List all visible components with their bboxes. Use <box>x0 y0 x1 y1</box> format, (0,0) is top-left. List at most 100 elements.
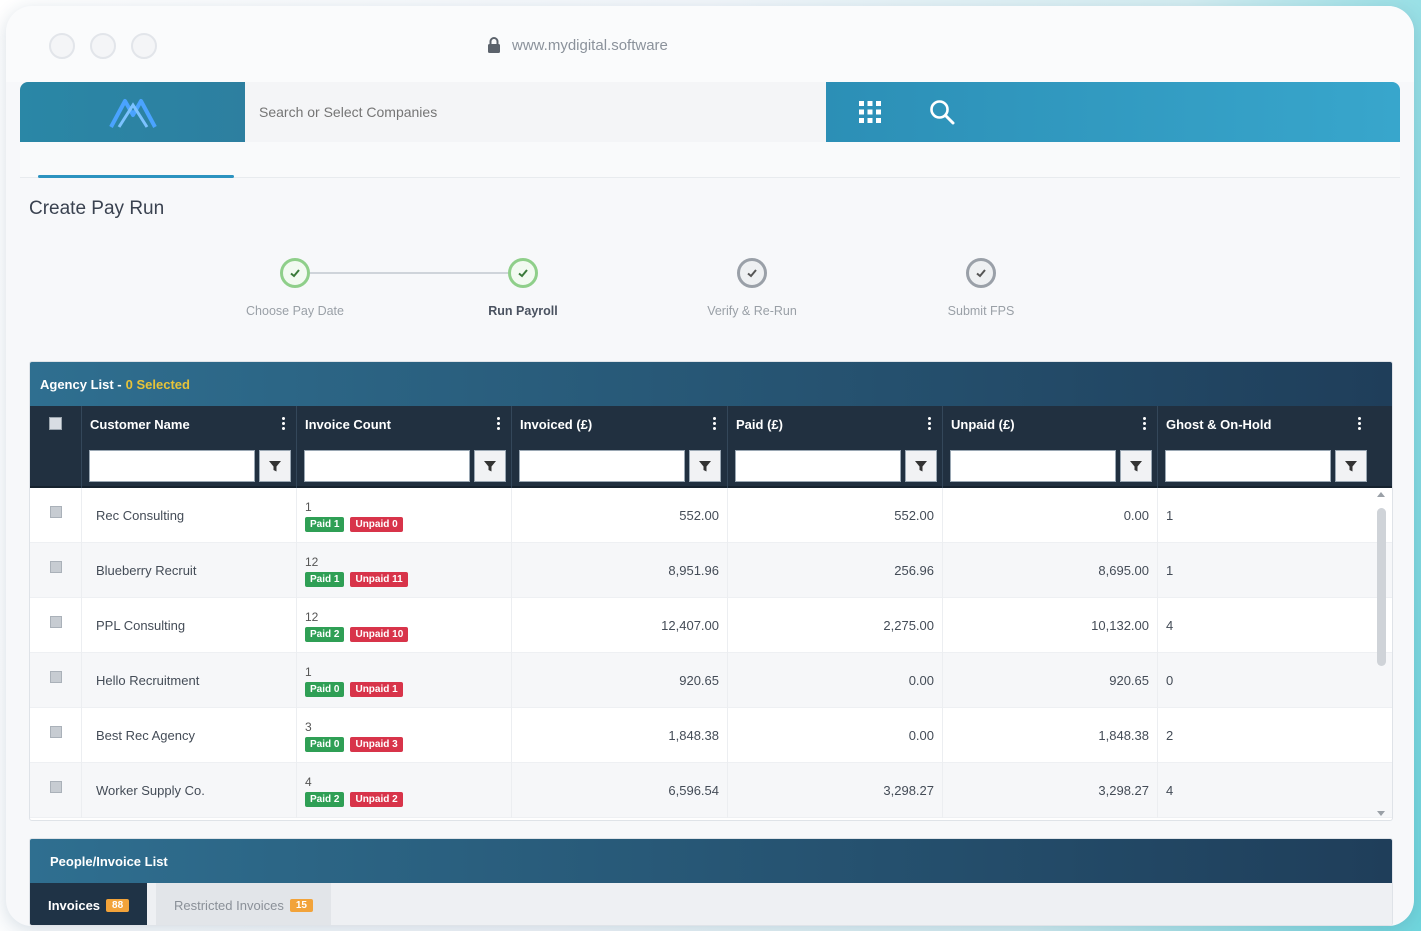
column-menu-icon[interactable] <box>497 417 501 430</box>
column-label: Customer Name <box>90 416 190 432</box>
table-row[interactable]: Worker Supply Co. 4 Paid 2 Unpaid 2 6,596… <box>30 763 1392 818</box>
unpaid-cell: 920.65 <box>942 653 1157 708</box>
unpaid-badge: Unpaid 11 <box>350 571 408 587</box>
filter-unpaid <box>942 442 1157 488</box>
row-checkbox[interactable] <box>50 671 62 683</box>
filter-input[interactable] <box>950 450 1116 482</box>
step-connector <box>310 272 508 274</box>
window-minimize-dot[interactable] <box>90 33 116 59</box>
filter-button[interactable] <box>259 450 291 482</box>
agency-list-header: Agency List - 0 Selected <box>30 362 1392 406</box>
step-3-label: Verify & Re-Run <box>707 304 797 318</box>
scroll-down-icon[interactable] <box>1377 811 1385 816</box>
agency-list-title: Agency List - <box>40 376 122 392</box>
filter-input[interactable] <box>519 450 685 482</box>
column-header-customer-name[interactable]: Customer Name <box>81 406 296 442</box>
table-row[interactable]: Rec Consulting 1 Paid 1 Unpaid 0 552.00 5… <box>30 488 1392 543</box>
filter-button[interactable] <box>1120 450 1152 482</box>
window-close-dot[interactable] <box>49 33 75 59</box>
ghost-on-hold-cell: 4 <box>1157 763 1357 818</box>
unpaid-cell: 10,132.00 <box>942 598 1157 653</box>
window-maximize-dot[interactable] <box>131 33 157 59</box>
filter-input[interactable] <box>1165 450 1331 482</box>
table-row[interactable]: Hello Recruitment 1 Paid 0 Unpaid 1 920.6… <box>30 653 1392 708</box>
filter-button[interactable] <box>689 450 721 482</box>
column-header-paid[interactable]: Paid (£) <box>727 406 942 442</box>
paid-cell: 0.00 <box>727 653 942 708</box>
invoice-count: 3 <box>305 719 312 734</box>
tab-label: Invoices <box>48 897 101 913</box>
column-menu-icon[interactable] <box>928 417 932 430</box>
step-4-circle[interactable] <box>966 258 996 288</box>
column-header-invoiced[interactable]: Invoiced (£) <box>511 406 727 442</box>
invoice-count-cell: 1 Paid 0 Unpaid 1 <box>296 653 511 708</box>
unpaid-cell: 1,848.38 <box>942 708 1157 763</box>
table-row[interactable]: PPL Consulting 12 Paid 2 Unpaid 10 12,407… <box>30 598 1392 653</box>
row-checkbox[interactable] <box>50 726 62 738</box>
table-scrollbar[interactable] <box>1374 488 1388 820</box>
filter-button[interactable] <box>1335 450 1367 482</box>
row-checkbox[interactable] <box>50 616 62 628</box>
tab-count-badge: 15 <box>289 898 313 912</box>
column-label: Unpaid (£) <box>951 416 1015 432</box>
ghost-on-hold-cell: 2 <box>1157 708 1357 763</box>
column-menu-icon[interactable] <box>1143 417 1147 430</box>
column-menu-icon[interactable] <box>713 417 717 430</box>
tab-restricted-invoices[interactable]: Restricted Invoices 15 <box>156 883 331 925</box>
filter-icon <box>484 461 496 472</box>
column-menu-icon[interactable] <box>1358 417 1362 430</box>
selected-count: 0 Selected <box>125 376 190 392</box>
row-checkbox[interactable] <box>50 506 62 518</box>
scrollbar-thumb[interactable] <box>1377 508 1386 666</box>
invoice-count: 1 <box>305 664 312 679</box>
filter-input[interactable] <box>89 450 255 482</box>
filter-input[interactable] <box>735 450 901 482</box>
column-header-unpaid[interactable]: Unpaid (£) <box>942 406 1157 442</box>
company-search-input[interactable] <box>245 82 826 142</box>
table-row[interactable]: Best Rec Agency 3 Paid 0 Unpaid 3 1,848.3… <box>30 708 1392 763</box>
invoiced-cell: 920.65 <box>511 653 727 708</box>
search-button[interactable] <box>926 96 958 128</box>
check-icon <box>976 269 986 278</box>
row-checkbox[interactable] <box>50 561 62 573</box>
row-checkbox[interactable] <box>50 781 62 793</box>
invoice-count-cell: 1 Paid 1 Unpaid 0 <box>296 488 511 543</box>
filter-input[interactable] <box>304 450 470 482</box>
filter-icon <box>1345 461 1357 472</box>
scroll-up-icon[interactable] <box>1377 492 1385 497</box>
column-menu-icon[interactable] <box>282 417 286 430</box>
filter-icon <box>1130 461 1142 472</box>
browser-chrome: www.mydigital.software <box>6 6 1414 82</box>
paid-cell: 552.00 <box>727 488 942 543</box>
customer-name-cell: Blueberry Recruit <box>81 543 296 598</box>
step-1-label: Choose Pay Date <box>246 304 344 318</box>
browser-window: www.mydigital.software Search or Select … <box>6 6 1414 926</box>
filter-invoice-count <box>296 442 511 488</box>
step-1-circle[interactable] <box>280 258 310 288</box>
table-row[interactable]: Blueberry Recruit 12 Paid 1 Unpaid 11 8,9… <box>30 543 1392 598</box>
page-title: Create Pay Run <box>29 198 165 219</box>
apps-grid-button[interactable] <box>854 96 886 128</box>
filter-button[interactable] <box>474 450 506 482</box>
tab-invoices[interactable]: Invoices 88 <box>30 883 148 925</box>
address-bar[interactable]: www.mydigital.software <box>486 34 668 56</box>
unpaid-badge: Unpaid 3 <box>350 736 403 752</box>
grid-icon <box>859 101 881 123</box>
column-header-ghost-on-hold[interactable]: Ghost & On-Hold <box>1157 406 1372 442</box>
filter-customer-name <box>81 442 296 488</box>
filter-icon <box>269 461 281 472</box>
step-2-circle[interactable] <box>508 258 538 288</box>
search-icon <box>930 100 955 125</box>
invoice-count-cell: 12 Paid 2 Unpaid 10 <box>296 598 511 653</box>
unpaid-cell: 0.00 <box>942 488 1157 543</box>
people-invoice-header: People/Invoice List <box>30 839 1392 883</box>
invoiced-cell: 552.00 <box>511 488 727 543</box>
step-3-circle[interactable] <box>737 258 767 288</box>
invoice-count-cell: 12 Paid 1 Unpaid 11 <box>296 543 511 598</box>
select-all-checkbox[interactable] <box>49 417 62 430</box>
filter-button[interactable] <box>905 450 937 482</box>
invoiced-cell: 8,951.96 <box>511 543 727 598</box>
column-header-invoice-count[interactable]: Invoice Count <box>296 406 511 442</box>
brand-logo[interactable] <box>20 82 245 142</box>
paid-badge: Paid 0 <box>305 681 345 697</box>
